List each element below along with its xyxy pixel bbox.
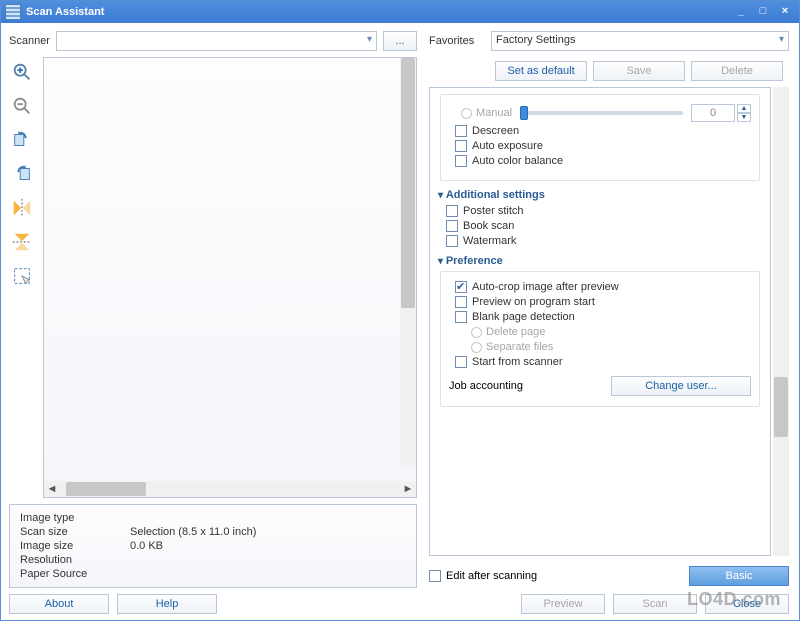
manual-label: Manual — [476, 107, 512, 119]
left-pane: Scanner ... — [1, 23, 423, 620]
close-window-button[interactable]: × — [775, 4, 795, 20]
save-button[interactable]: Save — [593, 61, 685, 81]
additional-settings-header[interactable]: Additional settings — [438, 189, 760, 201]
scanner-combobox[interactable] — [56, 31, 377, 51]
clear-selection-icon[interactable] — [9, 263, 35, 289]
job-accounting-label: Job accounting — [449, 380, 523, 392]
blank-page-checkbox[interactable] — [455, 311, 467, 323]
auto-color-balance-checkbox[interactable] — [455, 155, 467, 167]
about-button[interactable]: About — [9, 594, 109, 614]
manual-spin-down[interactable]: ▼ — [737, 113, 751, 122]
preview-toolbar — [9, 57, 37, 498]
close-button[interactable]: Close — [705, 594, 789, 614]
window-title: Scan Assistant — [26, 6, 729, 18]
help-button[interactable]: Help — [117, 594, 217, 614]
preference-header[interactable]: Preference — [438, 255, 760, 267]
scanner-browse-button[interactable]: ... — [383, 31, 417, 51]
manual-radio[interactable] — [461, 108, 472, 119]
mirror-horizontal-icon[interactable] — [9, 195, 35, 221]
title-bar: Scan Assistant _ □ × — [1, 1, 799, 23]
edit-after-scanning-label: Edit after scanning — [446, 570, 537, 582]
preview-on-start-checkbox[interactable] — [455, 296, 467, 308]
scan-info-panel: Image type Scan sizeSelection (8.5 x 11.… — [9, 504, 417, 588]
preview-horizontal-scrollbar[interactable]: ◄► — [44, 481, 416, 497]
favorites-combobox[interactable]: Factory Settings — [491, 31, 789, 51]
scan-button[interactable]: Scan — [613, 594, 697, 614]
manual-value-input[interactable]: 0 — [691, 104, 735, 122]
app-window: Scan Assistant _ □ × Scanner ... — [0, 0, 800, 621]
mirror-vertical-icon[interactable] — [9, 229, 35, 255]
preview-area: ◄► — [43, 57, 417, 498]
preview-button[interactable]: Preview — [521, 594, 605, 614]
delete-button[interactable]: Delete — [691, 61, 783, 81]
rotate-left-icon[interactable] — [9, 127, 35, 153]
descreen-checkbox[interactable] — [455, 125, 467, 137]
settings-panel: Manual 0 ▲▼ Descreen Auto exposure Auto … — [429, 87, 771, 556]
app-icon — [5, 4, 21, 20]
scanner-label: Scanner — [9, 35, 50, 47]
rotate-right-icon[interactable] — [9, 161, 35, 187]
settings-scrollbar[interactable] — [773, 87, 789, 556]
preview-vertical-scrollbar[interactable] — [400, 58, 416, 465]
preview-canvas[interactable] — [44, 58, 416, 481]
auto-exposure-checkbox[interactable] — [455, 140, 467, 152]
change-user-button[interactable]: Change user... — [611, 376, 751, 396]
minimize-button[interactable]: _ — [731, 4, 751, 20]
book-scan-checkbox[interactable] — [446, 220, 458, 232]
auto-crop-checkbox[interactable] — [455, 281, 467, 293]
maximize-button[interactable]: □ — [753, 4, 773, 20]
delete-page-radio[interactable] — [471, 327, 482, 338]
watermark-checkbox[interactable] — [446, 235, 458, 247]
zoom-out-icon[interactable] — [9, 93, 35, 119]
favorites-label: Favorites — [429, 35, 485, 47]
poster-stitch-checkbox[interactable] — [446, 205, 458, 217]
edit-after-scanning-checkbox[interactable] — [429, 570, 441, 582]
manual-spin-up[interactable]: ▲ — [737, 104, 751, 113]
manual-slider[interactable] — [520, 111, 683, 115]
basic-button[interactable]: Basic — [689, 566, 789, 586]
zoom-in-icon[interactable] — [9, 59, 35, 85]
start-from-scanner-checkbox[interactable] — [455, 356, 467, 368]
separate-files-radio[interactable] — [471, 342, 482, 353]
right-pane: Favorites Factory Settings Set as defaul… — [423, 23, 799, 620]
set-default-button[interactable]: Set as default — [495, 61, 587, 81]
